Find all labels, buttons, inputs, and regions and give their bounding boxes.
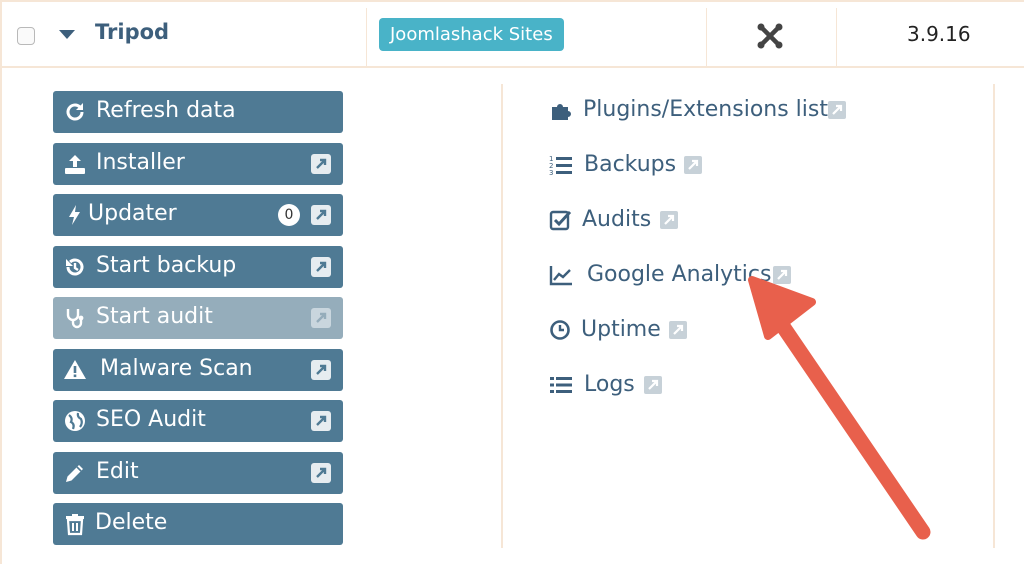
installer-button[interactable]: Installer: [53, 143, 343, 185]
row-select-checkbox[interactable]: [17, 27, 35, 45]
button-label: Installer: [96, 150, 185, 175]
malware-scan-button[interactable]: Malware Scan: [53, 349, 343, 391]
updates-count-badge: 0: [278, 204, 300, 226]
external-link-icon[interactable]: [644, 376, 662, 394]
delete-button[interactable]: Delete: [53, 503, 343, 545]
button-label: Start backup: [96, 253, 237, 278]
external-link-icon[interactable]: [311, 463, 331, 483]
check-square-icon: [549, 210, 572, 231]
puzzle-icon: [552, 104, 571, 120]
updater-button[interactable]: Updater 0: [53, 194, 343, 236]
clock-icon: [550, 320, 570, 340]
panel-divider: [501, 84, 503, 548]
external-link-icon[interactable]: [311, 257, 331, 277]
button-label: Malware Scan: [100, 356, 253, 381]
start-backup-button[interactable]: Start backup: [53, 246, 343, 288]
chevron-down-icon[interactable]: [59, 30, 75, 39]
button-label: Start audit: [96, 304, 213, 329]
link-label: Audits: [582, 207, 652, 232]
button-label: Edit: [96, 459, 139, 484]
external-link-icon[interactable]: [311, 411, 331, 431]
external-link-icon[interactable]: [660, 211, 678, 229]
link-label: Logs: [584, 372, 635, 397]
stethoscope-icon: [66, 309, 84, 329]
external-link-icon[interactable]: [311, 205, 331, 225]
joomla-icon: [757, 23, 783, 49]
start-audit-button[interactable]: Start audit: [53, 297, 343, 339]
globe-icon: [65, 411, 85, 431]
site-name-link[interactable]: Tripod: [95, 20, 169, 44]
external-link-icon[interactable]: [311, 360, 331, 380]
column-divider: [836, 8, 837, 68]
group-badge[interactable]: Joomlashack Sites: [379, 18, 564, 51]
pencil-icon: [66, 465, 83, 482]
button-label: SEO Audit: [96, 407, 206, 432]
bolt-icon: [69, 205, 80, 225]
column-divider: [366, 8, 367, 68]
panel-divider: [993, 84, 995, 548]
link-label: Uptime: [581, 317, 661, 342]
external-link-icon[interactable]: [311, 154, 331, 174]
column-divider: [706, 8, 707, 68]
annotation-arrow: [748, 276, 931, 540]
external-link-icon[interactable]: [828, 101, 846, 119]
upload-icon: [65, 155, 85, 174]
ordered-list-icon: 123: [549, 155, 572, 177]
button-label: Refresh data: [96, 98, 236, 123]
line-chart-icon: [549, 266, 572, 286]
external-link-icon[interactable]: [669, 321, 687, 339]
edit-button[interactable]: Edit: [53, 452, 343, 494]
button-label: Delete: [95, 510, 168, 535]
list-icon: [550, 377, 572, 393]
joomla-version: 3.9.16: [907, 22, 971, 46]
svg-text:3: 3: [549, 169, 553, 177]
button-label: Updater: [88, 201, 177, 226]
refresh-data-button[interactable]: Refresh data: [53, 91, 343, 133]
link-label: Plugins/Extensions list: [583, 97, 828, 122]
trash-icon: [66, 514, 84, 536]
link-label: Backups: [584, 152, 677, 177]
refresh-icon: [66, 103, 84, 121]
external-link-icon[interactable]: [311, 308, 331, 328]
seo-audit-button[interactable]: SEO Audit: [53, 400, 343, 442]
warning-icon: [64, 360, 86, 379]
history-icon: [66, 258, 84, 276]
external-link-icon[interactable]: [684, 156, 702, 174]
